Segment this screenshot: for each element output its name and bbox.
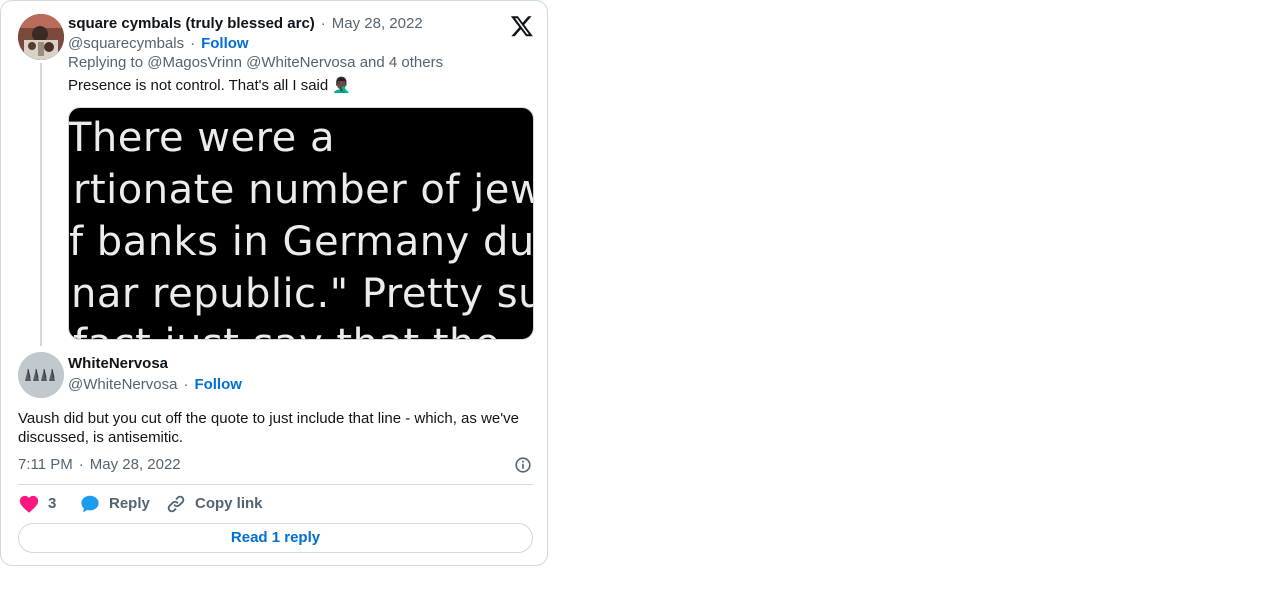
x-logo-icon[interactable] bbox=[510, 14, 534, 38]
replying-suffix[interactable]: and 4 others bbox=[360, 54, 443, 71]
parent-tweet-header: square cymbals (truly blessed arc) · May 2… bbox=[68, 14, 423, 34]
info-icon[interactable] bbox=[514, 456, 532, 474]
main-handle-row: @WhiteNervosa · Follow bbox=[68, 375, 242, 395]
separator-dot: · bbox=[183, 376, 189, 393]
reply-bubble-icon bbox=[81, 495, 99, 513]
parent-display-name[interactable]: square cymbals (truly blessed arc) bbox=[68, 15, 315, 32]
replying-to-line: Replying to @MagosVrinn @WhiteNervosa an… bbox=[68, 53, 443, 73]
parent-tweet-text-body: Presence is not control. That's all I sa… bbox=[68, 77, 329, 94]
parent-handle[interactable]: @squarecymbals bbox=[68, 35, 184, 52]
tweet-time[interactable]: 7:11 PM bbox=[18, 456, 73, 473]
replying-prefix: Replying to bbox=[68, 54, 144, 71]
divider bbox=[18, 484, 533, 485]
parent-handle-row: @squarecymbals · Follow bbox=[68, 34, 249, 54]
tweet-embed-card: square cymbals (truly blessed arc) · May 2… bbox=[0, 0, 548, 566]
thread-connector-line bbox=[40, 63, 42, 346]
reply-label: Reply bbox=[109, 495, 150, 512]
image-text-line-3: f banks in Germany during bbox=[69, 219, 534, 265]
tweet-date[interactable]: May 28, 2022 bbox=[90, 456, 181, 473]
separator-dot: · bbox=[320, 15, 326, 32]
image-text-line-5: fact just say that the bbox=[73, 322, 500, 339]
main-tweet-header: WhiteNervosa bbox=[68, 354, 168, 374]
replying-mentions[interactable]: @MagosVrinn @WhiteNervosa bbox=[147, 54, 355, 71]
heart-icon bbox=[19, 495, 39, 513]
like-button[interactable]: 3 bbox=[18, 493, 56, 515]
reply-button[interactable]: Reply bbox=[79, 493, 150, 515]
separator-dot: · bbox=[190, 35, 196, 52]
image-text-line-1: There were a bbox=[68, 115, 336, 161]
separator-dot: · bbox=[78, 456, 84, 473]
image-text-line-2: rtionate number of jewish bbox=[73, 167, 533, 213]
copy-link-label: Copy link bbox=[195, 495, 263, 512]
main-display-name[interactable]: WhiteNervosa bbox=[68, 355, 168, 372]
image-text-line-4: nar republic." Pretty sure bbox=[71, 271, 534, 317]
copy-link-button[interactable]: Copy link bbox=[165, 493, 263, 515]
avatar-whitenervosa[interactable] bbox=[18, 352, 64, 398]
parent-tweet-text: Presence is not control. That's all I sa… bbox=[68, 76, 351, 96]
read-replies-button[interactable]: Read 1 reply bbox=[18, 523, 533, 553]
parent-tweet-date[interactable]: May 28, 2022 bbox=[332, 15, 423, 32]
main-handle[interactable]: @WhiteNervosa bbox=[68, 376, 177, 393]
follow-button-parent[interactable]: Follow bbox=[201, 35, 249, 52]
link-icon bbox=[167, 495, 185, 513]
follow-button-main[interactable]: Follow bbox=[194, 376, 242, 393]
parent-tweet-image[interactable]: There were a rtionate number of jewish f… bbox=[68, 107, 534, 340]
facepalm-emoji: 🤦🏿‍♂️ bbox=[332, 77, 352, 94]
avatar-squarecymbals[interactable] bbox=[18, 14, 64, 60]
main-tweet-timestamp[interactable]: 7:11 PM · May 28, 2022 bbox=[18, 455, 181, 475]
like-count: 3 bbox=[48, 495, 57, 512]
main-tweet-text: Vaush did but you cut off the quote to j… bbox=[18, 410, 519, 446]
